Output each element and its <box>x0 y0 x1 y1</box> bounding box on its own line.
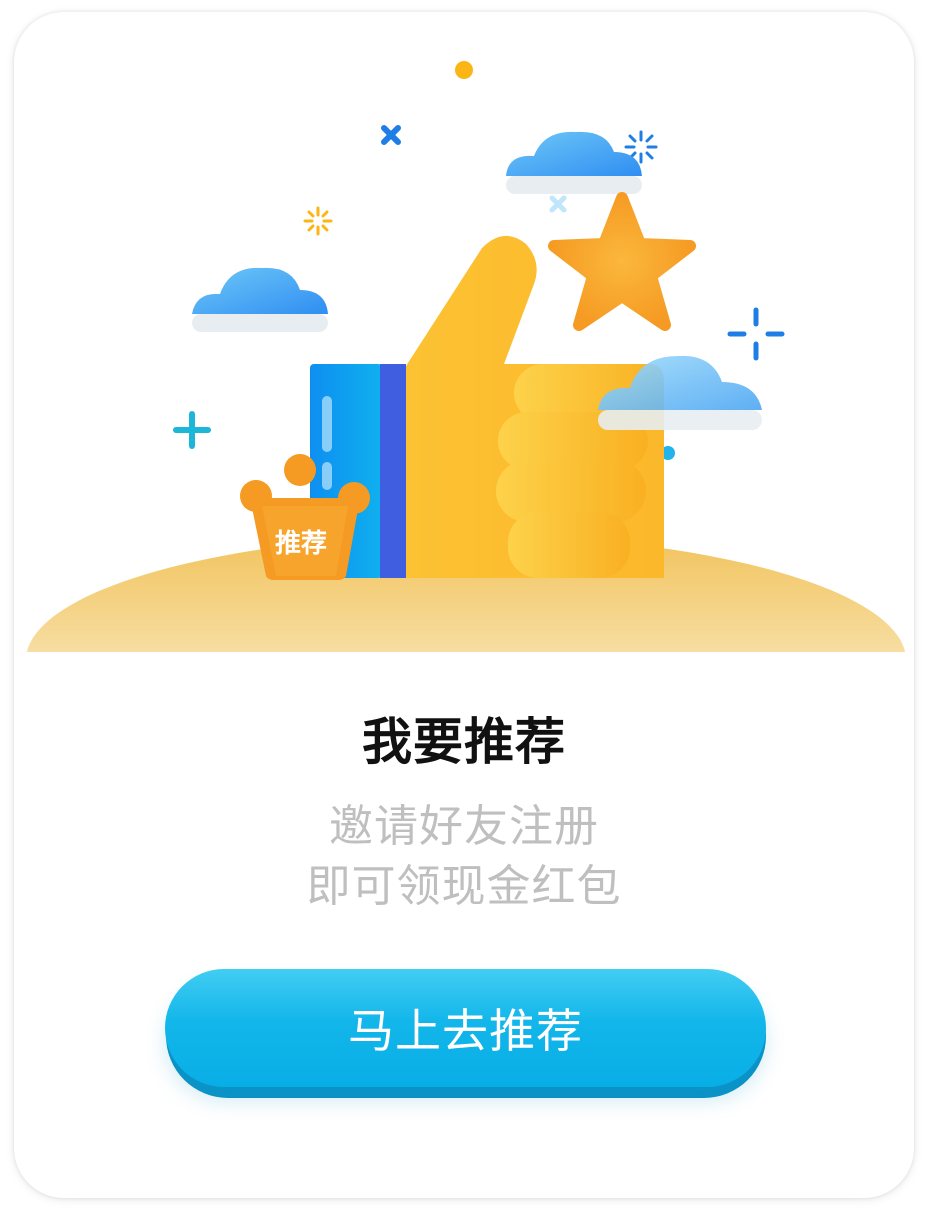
star-shape <box>548 192 696 331</box>
crown-badge-label: 推荐 <box>275 529 327 559</box>
sparkle-decoration <box>303 206 333 236</box>
page-title: 我要推荐 <box>362 713 566 771</box>
recommend-now-button[interactable]: 马上去推荐 <box>165 969 766 1087</box>
plus-decoration <box>727 307 785 361</box>
cross-decoration <box>381 125 401 145</box>
recommend-card: 推荐 我要推荐 邀请好友注册 即可领现金红包 马上去推荐 <box>14 12 914 1198</box>
plus-decoration <box>173 411 211 449</box>
subtitle-line-2: 即可领现金红包 <box>306 861 622 912</box>
cross-decoration <box>549 195 567 213</box>
cloud-decoration <box>506 131 642 194</box>
subtitle-line-1: 邀请好友注册 <box>329 801 599 852</box>
thumbs-up-illustration: 推荐 <box>26 61 906 652</box>
dot-decoration <box>455 61 473 79</box>
cloud-decoration <box>192 267 328 332</box>
